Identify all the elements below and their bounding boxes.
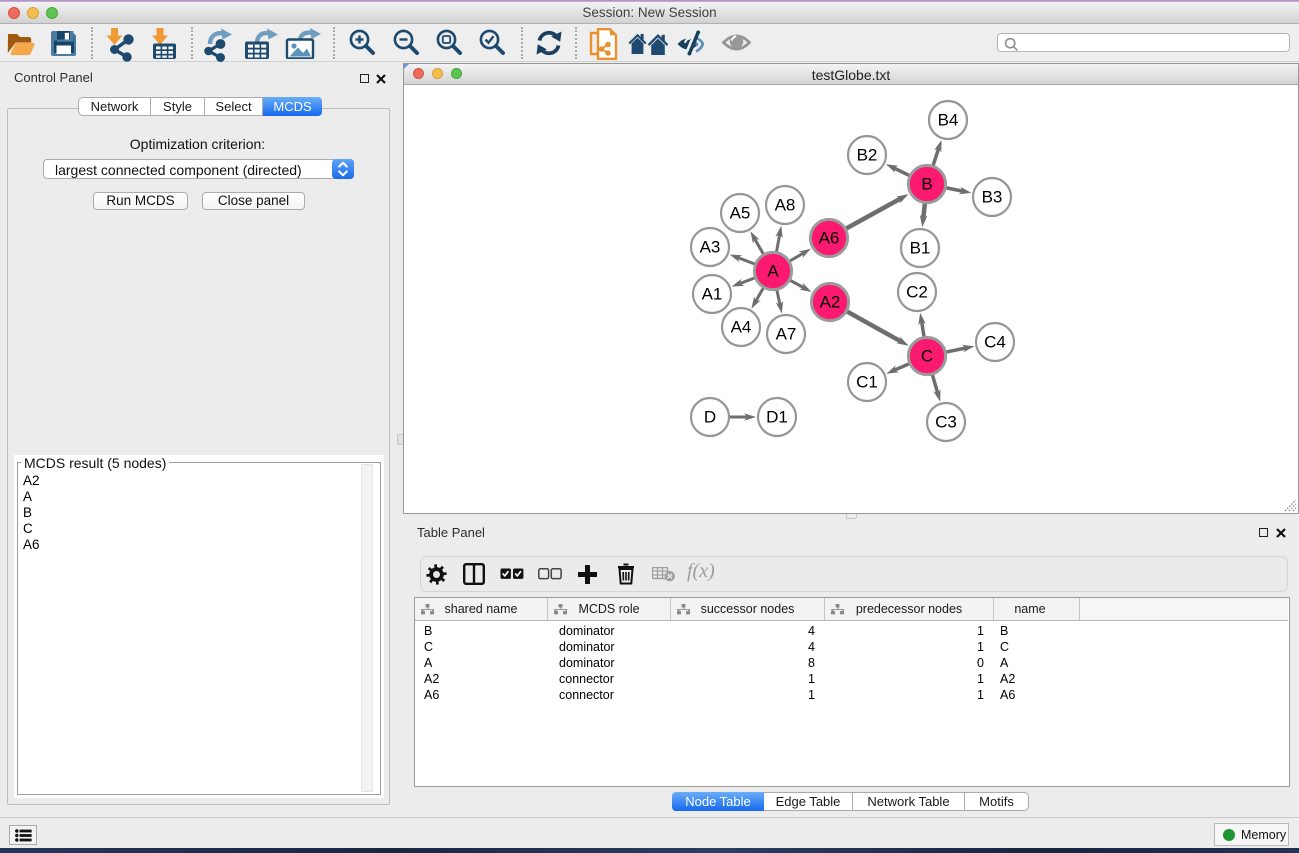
svg-text:A3: A3 (700, 238, 721, 257)
svg-text:A: A (767, 262, 779, 281)
svg-text:A8: A8 (775, 196, 796, 215)
svg-text:B3: B3 (982, 188, 1003, 207)
svg-text:D: D (704, 408, 716, 427)
svg-text:A6: A6 (819, 229, 840, 248)
svg-text:A7: A7 (776, 325, 797, 344)
svg-text:A1: A1 (702, 285, 723, 304)
svg-text:A5: A5 (730, 204, 751, 223)
svg-text:C3: C3 (935, 413, 957, 432)
svg-text:C1: C1 (856, 373, 878, 392)
svg-text:B4: B4 (938, 111, 959, 130)
svg-text:C2: C2 (906, 283, 928, 302)
svg-text:B: B (921, 175, 932, 194)
svg-text:D1: D1 (766, 408, 788, 427)
svg-text:A4: A4 (731, 318, 752, 337)
svg-text:C4: C4 (984, 333, 1006, 352)
svg-text:C: C (921, 347, 933, 366)
svg-text:A2: A2 (820, 293, 841, 312)
svg-text:B1: B1 (910, 239, 931, 258)
svg-text:B2: B2 (857, 146, 878, 165)
